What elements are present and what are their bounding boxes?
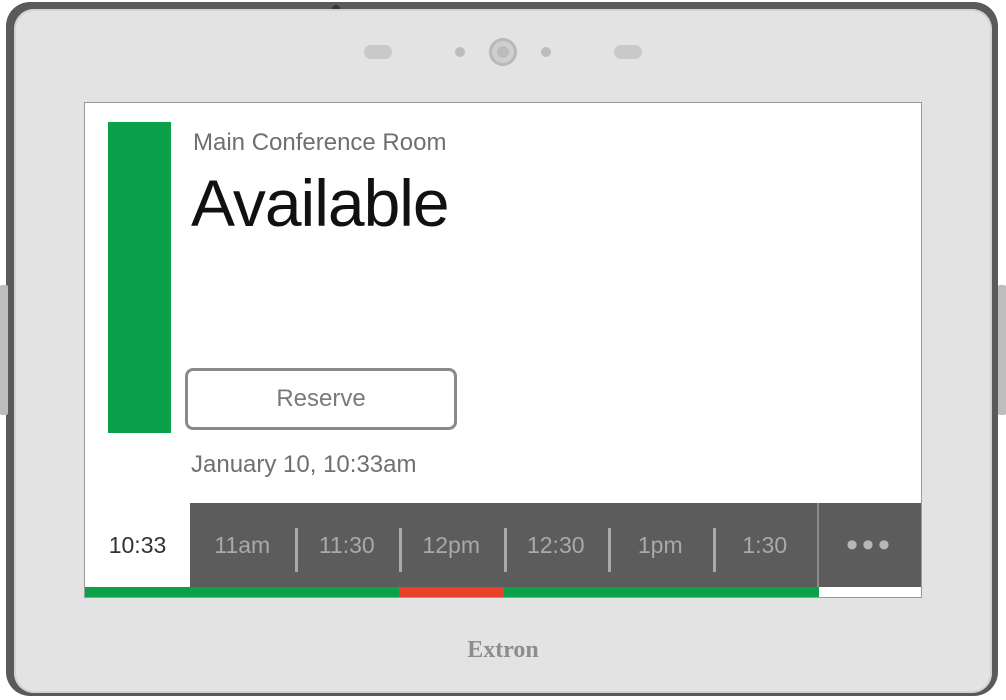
- occupancy-segment-available: [85, 587, 399, 597]
- timeline-slot-1-30[interactable]: 1:30: [712, 503, 818, 587]
- reserve-button[interactable]: Reserve: [185, 368, 457, 430]
- timeline-slot-12pm[interactable]: 12pm: [399, 503, 504, 587]
- left-indicator-led: [455, 47, 465, 57]
- room-status: Available: [191, 166, 450, 240]
- brand-logo: Extron: [467, 637, 539, 663]
- timeline-slot-11am[interactable]: 11am: [190, 503, 295, 587]
- occupancy-segment-available: [504, 587, 819, 597]
- schedule-timeline[interactable]: 11am 11:30 12pm 12:30 1pm 1:30: [190, 503, 817, 587]
- side-button-left: [0, 285, 8, 415]
- timeline-slot-1pm[interactable]: 1pm: [608, 503, 713, 587]
- room-status-bar: [108, 122, 171, 433]
- more-options-button[interactable]: •••: [817, 503, 921, 587]
- touch-screen: Main Conference Room Available Reserve J…: [84, 102, 922, 598]
- camera-icon: [489, 38, 517, 66]
- occupancy-segment-booked: [399, 587, 504, 597]
- right-indicator-led: [541, 47, 551, 57]
- side-button-right: [998, 285, 1006, 415]
- current-time: 10:33: [108, 531, 167, 558]
- current-datetime: January 10, 10:33am: [191, 451, 417, 478]
- room-name: Main Conference Room: [193, 129, 447, 156]
- right-speaker-grille: [614, 45, 642, 59]
- left-speaker-grille: [364, 45, 392, 59]
- timeline-slot-11-30[interactable]: 11:30: [294, 503, 400, 587]
- timeline-slot-12-30[interactable]: 12:30: [503, 503, 609, 587]
